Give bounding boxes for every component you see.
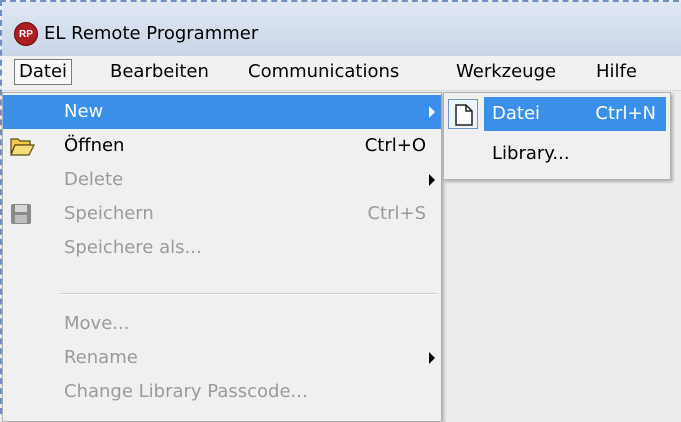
submenu-arrow-icon (429, 106, 435, 118)
submenu-item-datei[interactable]: Datei Ctrl+N (444, 97, 670, 131)
menu-item-delete[interactable]: Delete (3, 163, 441, 197)
menu-hilfe[interactable]: Hilfe (592, 59, 641, 85)
menu-item-label: Öffnen (64, 135, 125, 156)
menu-item-rename[interactable]: Rename (3, 341, 441, 375)
menu-item-label: Delete (64, 169, 124, 190)
new-submenu: Datei Ctrl+N Library... (443, 92, 671, 180)
menu-item-label: Rename (64, 347, 138, 368)
window-title: EL Remote Programmer (44, 23, 259, 44)
menu-item-label: Move... (64, 313, 130, 334)
submenu-item-label: Datei (492, 103, 541, 124)
new-document-icon (448, 99, 478, 129)
menu-communications[interactable]: Communications (244, 59, 403, 85)
menu-item-label: New (64, 101, 104, 122)
menu-item-shortcut: Ctrl+S (367, 203, 426, 224)
save-disk-icon (9, 202, 33, 226)
open-folder-icon (9, 134, 35, 158)
submenu-arrow-icon (429, 174, 435, 186)
submenu-arrow-icon (429, 352, 435, 364)
menu-item-speichere-als[interactable]: Speichere als... (3, 231, 441, 265)
title-bar: RP EL Remote Programmer (2, 2, 681, 56)
menu-item-speichern[interactable]: Speichern Ctrl+S (3, 197, 441, 231)
menu-item-shortcut: Ctrl+O (364, 135, 426, 156)
menu-datei[interactable]: Datei (14, 59, 73, 85)
menu-bearbeiten[interactable]: Bearbeiten (106, 59, 213, 85)
datei-dropdown-menu: New Öffnen Ctrl+O Delete Speichern Ctrl+… (2, 92, 442, 422)
menu-item-label: Change Library Passcode... (64, 381, 308, 402)
menu-item-oeffnen[interactable]: Öffnen Ctrl+O (3, 129, 441, 163)
menu-item-label: Speichern (64, 203, 154, 224)
menu-separator (61, 293, 437, 295)
submenu-item-shortcut: Ctrl+N (595, 103, 656, 124)
menu-item-change-library-passcode[interactable]: Change Library Passcode... (3, 375, 441, 409)
submenu-item-library[interactable]: Library... (444, 137, 670, 171)
menu-werkzeuge[interactable]: Werkzeuge (452, 59, 560, 85)
menu-bar: Datei Bearbeiten Communications Werkzeug… (2, 56, 681, 91)
submenu-item-label: Library... (492, 143, 570, 164)
rp-app-icon: RP (14, 22, 38, 46)
menu-item-label: Speichere als... (64, 237, 202, 258)
menu-item-new[interactable]: New (3, 95, 441, 129)
menu-item-move[interactable]: Move... (3, 307, 441, 341)
